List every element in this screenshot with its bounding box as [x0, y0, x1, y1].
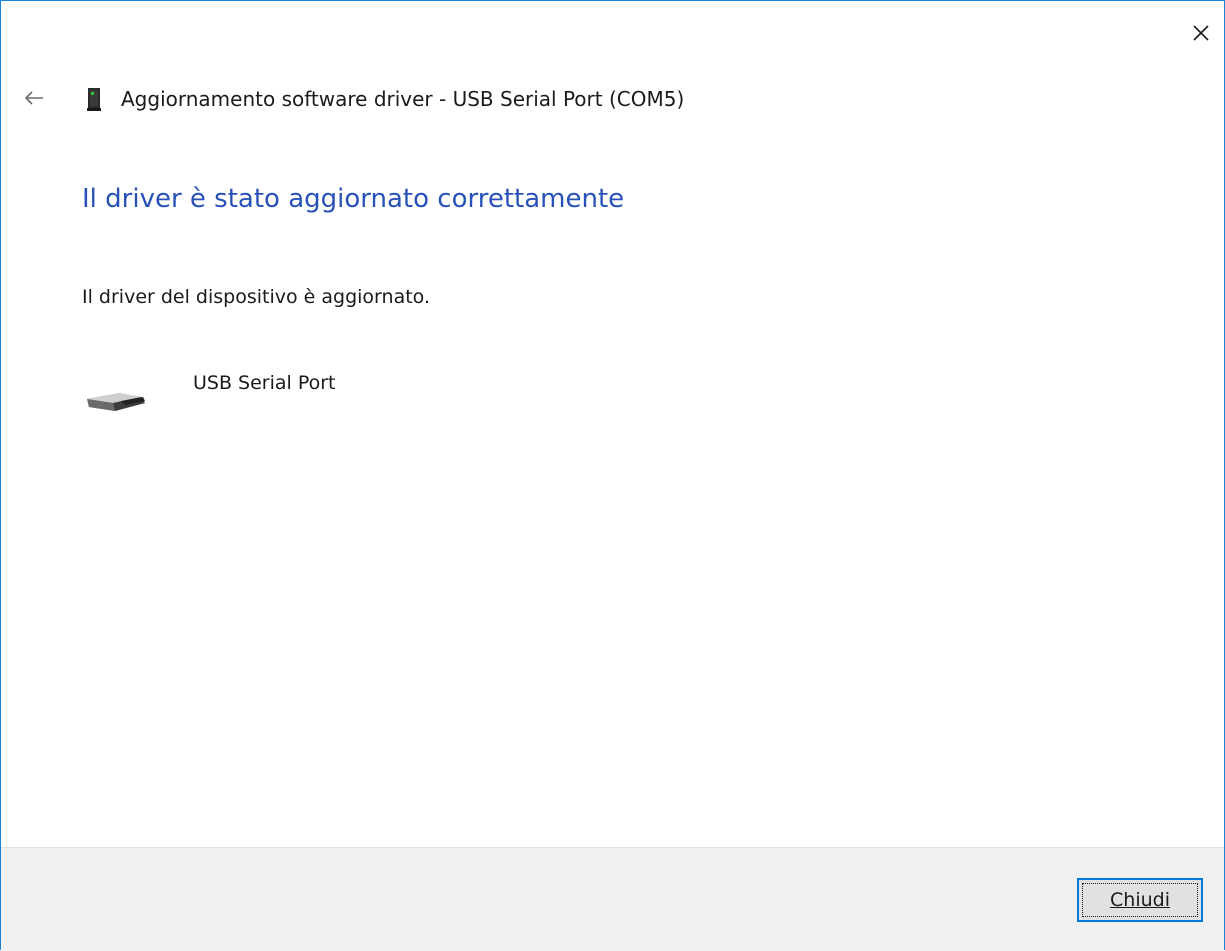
status-message: Il driver del dispositivo è aggiornato. [82, 286, 431, 308]
window-close-button[interactable] [1178, 1, 1224, 65]
device-icon [87, 88, 101, 111]
close-button[interactable]: Chiudi [1077, 878, 1203, 922]
page-title: Il driver è stato aggiornato correttamen… [82, 184, 625, 214]
close-button-label: Chiudi [1110, 889, 1170, 911]
dialog-footer: Chiudi [1, 847, 1224, 951]
back-arrow-icon [24, 91, 43, 105]
device-name: USB Serial Port [193, 372, 336, 394]
driver-update-dialog: Aggiornamento software driver - USB Seri… [0, 0, 1225, 951]
back-button[interactable] [19, 83, 49, 113]
usb-serial-port-icon [87, 393, 145, 411]
dialog-title: Aggiornamento software driver - USB Seri… [121, 87, 685, 111]
close-icon [1193, 25, 1209, 41]
